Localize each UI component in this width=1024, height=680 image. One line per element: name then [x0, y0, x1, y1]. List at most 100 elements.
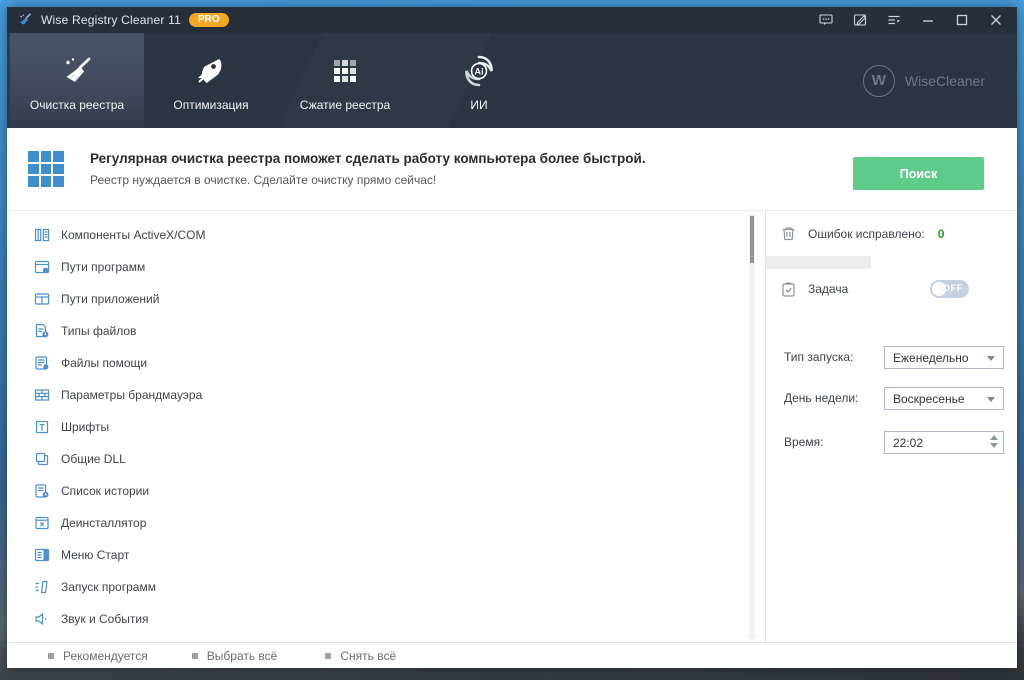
list-item-label: Компоненты ActiveX/COM — [61, 228, 205, 242]
list-item-label: Файлы помощи — [61, 356, 147, 370]
list-item-label: Звук и События — [61, 612, 149, 626]
field-time: Время: 22:02 — [766, 431, 1017, 454]
list-item-activex-com[interactable]: Компоненты ActiveX/COM — [7, 219, 765, 251]
tab-label: Очистка реестра — [30, 98, 124, 112]
tab-label: Оптимизация — [173, 98, 248, 112]
errors-fixed-value: 0 — [938, 227, 945, 241]
scan-button[interactable]: Поиск — [853, 157, 984, 190]
list-item-history-list[interactable]: Список истории — [7, 475, 765, 507]
app-paths-icon — [34, 291, 50, 307]
weekday-select[interactable]: Воскресенье — [884, 387, 1004, 410]
list-item-label: Деинсталлятор — [61, 516, 146, 530]
list-item-label: Общие DLL — [61, 452, 126, 466]
app-logo-icon — [17, 12, 33, 28]
titlebar: Wise Registry Cleaner 11 PRO — [7, 7, 1017, 33]
task-row: Задача OFF — [766, 269, 1017, 309]
list-item-label: Пути приложений — [61, 292, 159, 306]
bullet-square-icon — [48, 653, 54, 659]
file-types-icon — [34, 323, 50, 339]
deselect-all-label: Снять всё — [340, 649, 396, 663]
list-item-start-menu[interactable]: Меню Старт — [7, 539, 765, 571]
menu-icon[interactable] — [877, 7, 911, 33]
category-list: Компоненты ActiveX/COM Пути программ Пут… — [7, 211, 765, 642]
shared-dll-icon — [34, 451, 50, 467]
list-scrollbar[interactable] — [749, 214, 755, 639]
list-item-label: Шрифты — [61, 420, 109, 434]
deselect-all-button[interactable]: Снять всё — [325, 649, 396, 663]
banner-title: Регулярная очистка реестра поможет сдела… — [90, 151, 646, 166]
minimize-button[interactable] — [911, 7, 945, 33]
main-nav: Очистка реестра Оптимизация Сжатие реест… — [7, 33, 1017, 128]
list-item-firewall-settings[interactable]: Параметры брандмауэра — [7, 379, 765, 411]
tab-label: Сжатие реестра — [300, 98, 390, 112]
select-recommended-label: Рекомендуется — [63, 649, 148, 663]
run-type-select[interactable]: Еженедельно — [884, 346, 1004, 369]
errors-fixed-row: Ошибок исправлено: 0 — [766, 211, 1017, 256]
tab-registry-compact[interactable]: Сжатие реестра — [278, 33, 412, 128]
clipboard-check-icon — [780, 281, 797, 298]
list-item-label: Список истории — [61, 484, 149, 498]
program-paths-icon — [34, 259, 50, 275]
scrollbar-thumb[interactable] — [750, 216, 754, 263]
notes-icon[interactable] — [843, 7, 877, 33]
field-label: Тип запуска: — [784, 350, 853, 364]
select-recommended-button[interactable]: Рекомендуется — [48, 649, 148, 663]
tab-optimization[interactable]: Оптимизация — [144, 33, 278, 128]
maximize-button[interactable] — [945, 7, 979, 33]
spinner-arrows[interactable] — [990, 435, 998, 448]
list-item-shared-dll[interactable]: Общие DLL — [7, 443, 765, 475]
close-button[interactable] — [979, 7, 1013, 33]
list-item-program-paths[interactable]: Пути программ — [7, 251, 765, 283]
select-all-label: Выбрать всё — [207, 649, 278, 663]
spin-down-icon — [990, 443, 998, 448]
brand-name: WiseCleaner — [905, 73, 985, 89]
tab-label: ИИ — [470, 98, 487, 112]
panel-separator — [766, 256, 871, 269]
list-item-uninstaller[interactable]: Деинсталлятор — [7, 507, 765, 539]
task-toggle[interactable]: OFF — [930, 280, 969, 298]
tab-ai[interactable]: Ai ИИ — [412, 33, 546, 128]
list-item-label: Запуск программ — [61, 580, 156, 594]
sound-icon — [34, 611, 50, 627]
window-title: Wise Registry Cleaner 11 — [41, 13, 181, 27]
spin-up-icon — [990, 435, 998, 440]
field-label: День недели: — [784, 391, 858, 405]
help-files-icon — [34, 355, 50, 371]
run-type-value: Еженедельно — [893, 351, 969, 365]
list-item-label: Меню Старт — [61, 548, 129, 562]
compress-grid-icon — [327, 53, 363, 89]
app-window: Wise Registry Cleaner 11 PRO — [7, 7, 1017, 668]
bottom-bar: Рекомендуется Выбрать всё Снять всё — [7, 642, 1017, 668]
bullet-square-icon — [325, 653, 331, 659]
history-icon — [34, 483, 50, 499]
banner-subtitle: Реестр нуждается в очистке. Сделайте очи… — [90, 173, 646, 187]
uninstaller-icon — [34, 515, 50, 531]
field-run-type: Тип запуска: Еженедельно — [766, 346, 1017, 369]
brand-w-icon: W — [863, 65, 895, 97]
field-weekday: День недели: Воскресенье — [766, 387, 1017, 410]
time-spinner[interactable]: 22:02 — [884, 431, 1004, 454]
list-item-app-paths[interactable]: Пути приложений — [7, 283, 765, 315]
list-item-label: Пути программ — [61, 260, 145, 274]
list-item-fonts[interactable]: Шрифты — [7, 411, 765, 443]
banner-text: Регулярная очистка реестра поможет сдела… — [90, 151, 646, 187]
weekday-value: Воскресенье — [893, 392, 965, 406]
brand-logo: W WiseCleaner — [863, 65, 985, 97]
firewall-icon — [34, 387, 50, 403]
task-label: Задача — [808, 282, 848, 296]
errors-fixed-label: Ошибок исправлено: — [808, 227, 925, 241]
chevron-down-icon — [987, 397, 995, 402]
feedback-icon[interactable] — [809, 7, 843, 33]
field-label: Время: — [784, 435, 823, 449]
list-item-file-types[interactable]: Типы файлов — [7, 315, 765, 347]
right-panel: Ошибок исправлено: 0 Задача OFF Тип запу… — [765, 211, 1017, 642]
tab-registry-cleanup[interactable]: Очистка реестра — [10, 33, 144, 128]
list-item-sound-events[interactable]: Звук и События — [7, 603, 765, 635]
list-item-label: Типы файлов — [61, 324, 136, 338]
list-item-startup-programs[interactable]: Запуск программ — [7, 571, 765, 603]
select-all-button[interactable]: Выбрать всё — [192, 649, 278, 663]
list-item-help-files[interactable]: Файлы помощи — [7, 347, 765, 379]
components-icon — [34, 227, 50, 243]
rocket-icon — [193, 53, 229, 89]
toggle-state-label: OFF — [943, 283, 964, 294]
